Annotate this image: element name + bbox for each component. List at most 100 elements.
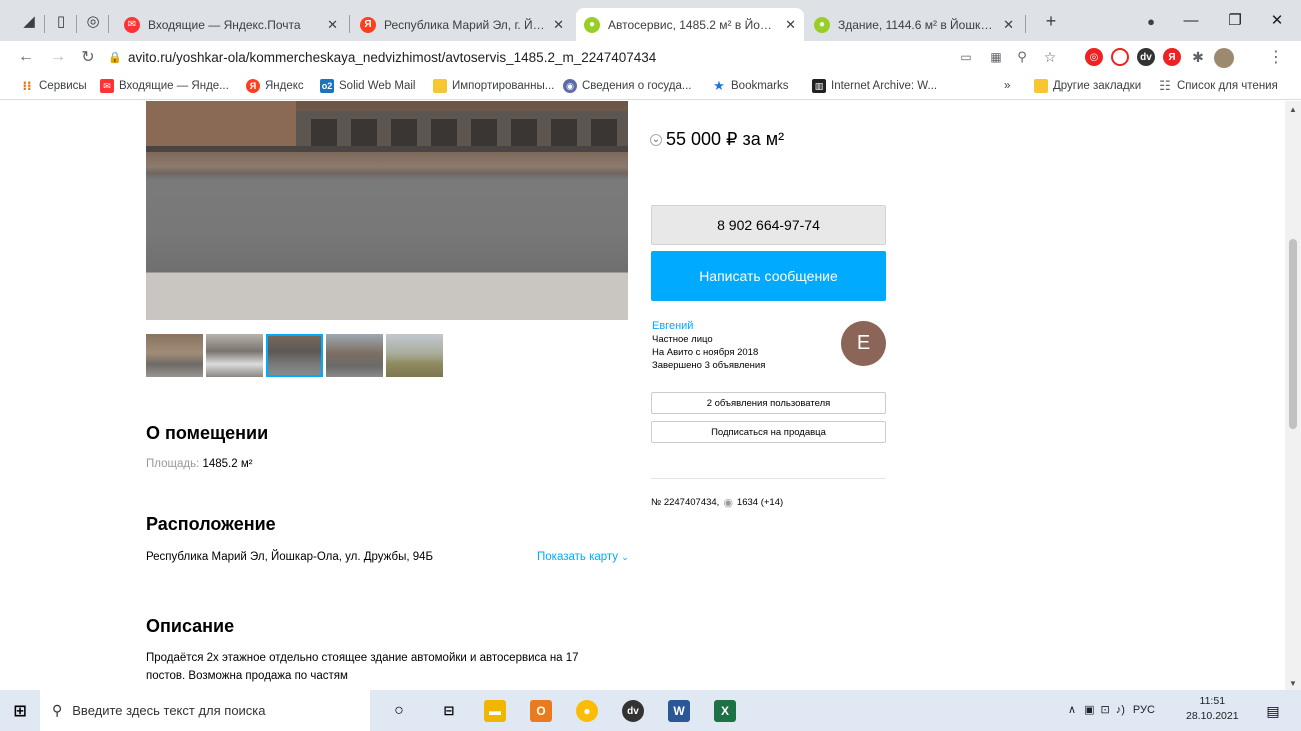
extension-dv-icon[interactable]: dv — [1137, 48, 1155, 66]
apps-icon: ⁝⁝ — [22, 79, 32, 93]
thumbnail[interactable] — [206, 334, 263, 377]
date: 28.10.2021 — [1186, 710, 1239, 722]
bookmark-yandex[interactable]: Я Яндекс — [246, 77, 304, 95]
chevron-down-icon: ⌄ — [621, 552, 629, 562]
thumbnail[interactable] — [386, 334, 443, 377]
tab-avito-building[interactable]: ● Здание, 1144.6 м² в Йошкар-Ол ✕ — [806, 8, 1022, 41]
scroll-thumb[interactable] — [1289, 239, 1297, 429]
qr-icon[interactable]: ▦ — [986, 47, 1006, 67]
show-phone-button[interactable]: 8 902 664-97-74 — [651, 205, 886, 245]
word-icon[interactable]: W — [668, 700, 690, 722]
taskbar-search[interactable]: ⚲ Введите здесь текст для поиска — [40, 690, 370, 731]
avatar-icon[interactable] — [1214, 48, 1234, 68]
globe-icon[interactable]: ◎ — [84, 12, 102, 30]
file-explorer-icon[interactable]: ▬ — [484, 700, 506, 722]
folder-icon — [1034, 79, 1048, 93]
cast-icon[interactable]: ▭ — [956, 47, 976, 67]
close-icon[interactable]: ✕ — [785, 17, 796, 33]
divider — [651, 478, 886, 479]
thumbnail-selected[interactable] — [266, 334, 323, 377]
bookmark-solid-web-mail[interactable]: o2 Solid Web Mail — [320, 77, 416, 95]
listing-photo[interactable] — [146, 101, 628, 320]
tab-yandex-search[interactable]: Я Республика Марий Эл, г. Йошкар ✕ — [352, 8, 572, 41]
edge-icon[interactable]: ◢ — [20, 12, 38, 30]
volume-icon[interactable]: ♪) — [1116, 704, 1125, 716]
task-view-icon[interactable]: ⊟ — [438, 700, 460, 722]
puzzle-icon[interactable]: ✱ — [1188, 47, 1208, 67]
bookmark-yandex-mail[interactable]: ✉ Входящие — Янде... — [100, 77, 229, 95]
bookmark-imported[interactable]: Импортированны... — [433, 77, 554, 95]
chevron-up-icon[interactable]: ∧ — [1068, 703, 1076, 716]
bookmark-label: Список для чтения — [1177, 80, 1278, 92]
dv-icon[interactable]: dv — [622, 700, 644, 722]
seller-name-link[interactable]: Евгений — [652, 320, 765, 333]
extension-yandex-icon[interactable]: Я — [1163, 48, 1181, 66]
restore-button[interactable]: ❐ — [1224, 10, 1246, 30]
scroll-down-icon[interactable]: ▼ — [1289, 679, 1297, 688]
close-window-button[interactable]: ✕ — [1266, 10, 1288, 30]
bookmark-bookmarks[interactable]: ★ Bookmarks — [712, 77, 788, 95]
bookmark-label: Другие закладки — [1053, 80, 1142, 92]
bookmark-label: Internet Archive: W... — [831, 80, 938, 92]
thumbnail[interactable] — [146, 334, 203, 377]
seller-completed: Завершено 3 объявления — [652, 360, 766, 371]
menu-icon[interactable]: ⋮ — [1266, 47, 1286, 67]
tray-app-icon[interactable]: ▣ — [1084, 703, 1094, 716]
write-message-button[interactable]: Написать сообщение — [651, 251, 886, 301]
photo-thumbnails — [146, 334, 446, 377]
back-icon[interactable]: ← — [16, 47, 36, 67]
bookmark-other[interactable]: Другие закладки — [1034, 77, 1141, 95]
star-icon[interactable]: ☆ — [1040, 47, 1060, 67]
bookmarks-overflow[interactable]: » — [1004, 77, 1010, 95]
tab-avito-autoservice[interactable]: ● Автосервис, 1485.2 м² в Йошкар ✕ — [576, 8, 804, 41]
address-text: Республика Марий Эл, Йошкар-Ола, ул. Дру… — [146, 551, 434, 563]
user-ads-button[interactable]: 2 объявления пользователя — [651, 392, 886, 414]
close-icon[interactable]: ✕ — [327, 17, 338, 33]
profile-dot-icon[interactable]: ● — [1142, 12, 1160, 30]
tab-yandex-mail[interactable]: ✉ Входящие — Яндекс.Почта ✕ — [116, 8, 346, 41]
cortana-icon[interactable]: ○ — [388, 700, 410, 722]
extension-cloud-icon[interactable] — [1111, 48, 1129, 66]
taskbar: ⊞ ⚲ Введите здесь текст для поиска ○ ⊟ ▬… — [0, 690, 1301, 731]
subscribe-seller-button[interactable]: Подписаться на продавца — [651, 421, 886, 443]
bookmark-services[interactable]: ⁝⁝ Сервисы — [20, 77, 87, 95]
seller-avatar[interactable]: E — [841, 321, 886, 366]
price: ⌄ 55 000 ₽ за м² — [650, 129, 784, 150]
outlook-icon[interactable]: O — [530, 700, 552, 722]
windows-start-icon[interactable]: ⊞ — [9, 700, 31, 722]
bookmark-label: Яндекс — [265, 80, 304, 92]
new-tab-button[interactable]: + — [1042, 11, 1060, 31]
chrome-icon[interactable]: ● — [576, 700, 598, 722]
ad-number: № 2247407434, — [651, 497, 720, 508]
browser-toolbar: ← → ↻ 🔒 avito.ru/yoshkar-ola/kommerchesk… — [0, 41, 1301, 72]
bookmark-gov-info[interactable]: ◉ Сведения о госуда... — [563, 77, 691, 95]
clock[interactable]: 11:51 28.10.2021 — [1186, 694, 1239, 724]
star-icon: ★ — [713, 78, 725, 93]
search-icon: ⚲ — [52, 702, 63, 718]
bookmarks-bar: ⁝⁝ Сервисы ✉ Входящие — Янде... Я Яндекс… — [0, 72, 1301, 100]
close-icon[interactable]: ✕ — [553, 17, 564, 33]
tab-title: Автосервис, 1485.2 м² в Йошкар — [608, 17, 780, 32]
chevron-down-icon[interactable]: ⌄ — [650, 133, 662, 146]
excel-icon[interactable]: X — [714, 700, 736, 722]
reload-icon[interactable]: ↻ — [78, 47, 98, 67]
network-icon[interactable]: ⊡ — [1100, 703, 1109, 716]
forward-icon[interactable]: → — [48, 47, 68, 67]
tab-strip: ◢ ▯ ◎ ✉ Входящие — Яндекс.Почта ✕ Я Респ… — [0, 0, 1301, 41]
notifications-icon[interactable]: ▤ — [1262, 700, 1284, 722]
minimize-button[interactable]: — — [1180, 10, 1202, 30]
zoom-icon[interactable]: ⚲ — [1012, 47, 1032, 67]
close-icon[interactable]: ✕ — [1003, 17, 1014, 33]
extension-red-icon[interactable]: ◎ — [1085, 48, 1103, 66]
document-icon[interactable]: ▯ — [52, 12, 70, 30]
bookmark-reading-list[interactable]: ☷ Список для чтения — [1158, 77, 1278, 95]
area-label: Площадь: — [146, 458, 200, 470]
page-scrollbar[interactable]: ▲ ▼ — [1285, 101, 1301, 690]
bookmark-internet-archive[interactable]: ▥ Internet Archive: W... — [812, 77, 937, 95]
thumbnail[interactable] — [326, 334, 383, 377]
language-indicator[interactable]: РУС — [1133, 704, 1155, 716]
bookmark-label: Сервисы — [39, 80, 87, 92]
scroll-up-icon[interactable]: ▲ — [1289, 105, 1297, 114]
show-map-link[interactable]: Показать карту ⌄ — [537, 551, 629, 563]
avito-icon: ● — [814, 16, 830, 33]
